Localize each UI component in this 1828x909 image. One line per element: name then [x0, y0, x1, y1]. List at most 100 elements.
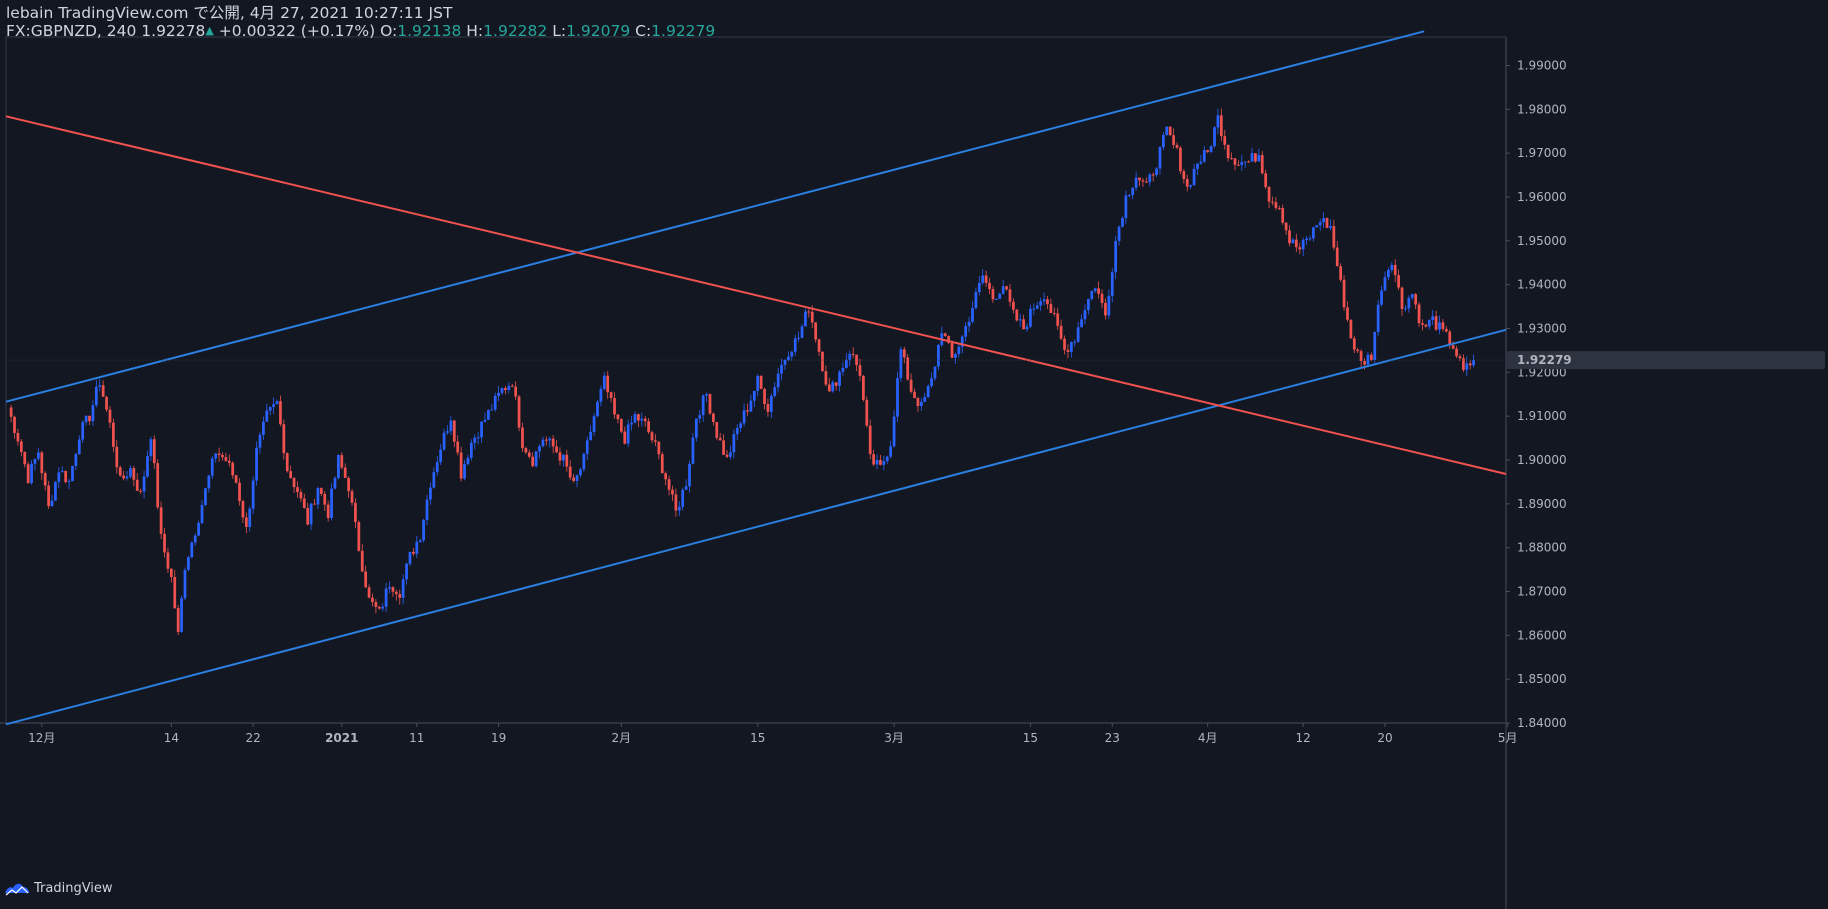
- candle-body: [435, 462, 439, 473]
- candle-body: [817, 339, 821, 352]
- high-label: H:: [466, 22, 484, 40]
- candle-body: [497, 392, 500, 396]
- candle-body: [1424, 324, 1428, 327]
- y-tick-label: 1.93000: [1517, 321, 1567, 335]
- candle-body: [1380, 290, 1383, 305]
- y-tick-label: 1.94000: [1517, 278, 1567, 292]
- candle-body: [1373, 332, 1377, 361]
- candle-body: [122, 475, 125, 479]
- candle-body: [255, 447, 258, 481]
- candle-body: [592, 416, 596, 432]
- candle-body: [565, 454, 569, 467]
- candle-body: [71, 466, 74, 482]
- candle-body: [821, 351, 824, 372]
- candle-body: [306, 508, 310, 525]
- candle-body: [906, 357, 910, 380]
- candle-body: [292, 477, 296, 488]
- candle-body: [1434, 316, 1438, 330]
- candle-body: [1431, 316, 1435, 321]
- symbol-label[interactable]: FX:GBPNZD, 240: [6, 22, 136, 40]
- candle-body: [166, 552, 170, 569]
- candle-body: [1063, 338, 1066, 350]
- candle-body: [459, 452, 463, 479]
- candle-body: [885, 456, 889, 462]
- candle-body: [1131, 187, 1135, 195]
- candle-body: [1155, 168, 1158, 176]
- candle-body: [718, 437, 722, 441]
- descending-trend-line[interactable]: [5, 115, 1507, 475]
- candle-body: [1226, 144, 1230, 159]
- candle-body: [732, 434, 736, 453]
- candle-body: [1179, 147, 1182, 172]
- candle-body: [504, 388, 507, 390]
- publish-info: lebain TradingView.com で公開, 4月 27, 2021 …: [6, 4, 453, 22]
- candle-body: [599, 389, 603, 402]
- candle-body: [862, 375, 865, 400]
- candle-body: [1029, 308, 1032, 327]
- candle-body: [108, 409, 112, 423]
- price-chart[interactable]: 1.99000 1.98000 1.97000 1.96000 1.95000 1.940…: [0, 0, 1828, 909]
- candle-body: [1410, 294, 1414, 298]
- y-tick-label: 1.89000: [1517, 497, 1567, 511]
- candle-body: [1243, 161, 1247, 163]
- candle-body: [500, 388, 504, 393]
- candle-body: [596, 401, 599, 417]
- candle-body: [991, 289, 995, 300]
- candle-body: [1281, 208, 1285, 223]
- candle-body: [265, 410, 269, 422]
- candle-body: [118, 467, 122, 476]
- candle-body: [210, 458, 214, 476]
- y-tick-label: 1.99000: [1517, 58, 1567, 72]
- candle-body: [579, 469, 582, 476]
- candle-body: [234, 475, 238, 483]
- candle-body: [1100, 293, 1104, 304]
- tradingview-brand[interactable]: TradingView: [4, 880, 113, 896]
- candle-body: [1148, 174, 1152, 183]
- lower-channel-line[interactable]: [5, 328, 1507, 726]
- candle-body: [1383, 277, 1387, 291]
- candle-body: [388, 587, 391, 589]
- candle-body: [1301, 240, 1305, 250]
- candle-body: [463, 464, 466, 479]
- y-tick-label: 1.98000: [1517, 102, 1567, 116]
- candle-body: [562, 454, 565, 461]
- up-arrow-icon: ▲: [205, 24, 214, 37]
- candle-body: [1404, 308, 1407, 310]
- candle-body: [793, 338, 797, 352]
- open-label: O:: [380, 22, 398, 40]
- candle-body: [50, 500, 54, 507]
- candle-body: [16, 432, 20, 442]
- candle-body: [746, 410, 749, 412]
- candle-body: [868, 425, 872, 455]
- y-tick-label: 1.96000: [1517, 190, 1567, 204]
- candle-body: [640, 418, 644, 421]
- candle-body: [1018, 319, 1022, 321]
- candle-body: [977, 282, 981, 293]
- candle-body: [384, 588, 388, 607]
- candle-body: [94, 386, 98, 406]
- upper-channel-line[interactable]: [5, 30, 1425, 403]
- candle-body: [1117, 226, 1121, 241]
- candle-body: [190, 542, 194, 558]
- candle-body: [865, 399, 869, 426]
- candle-body: [227, 460, 231, 463]
- candle-body: [759, 375, 763, 389]
- candle-body: [262, 421, 265, 435]
- candle-body: [1223, 136, 1227, 145]
- candle-body: [752, 390, 756, 401]
- candle-body: [180, 598, 183, 632]
- candle-body: [422, 519, 425, 541]
- candle-body: [1288, 230, 1291, 244]
- y-tick-label: 1.87000: [1517, 584, 1567, 598]
- candle-body: [783, 359, 787, 365]
- candle-body: [412, 551, 415, 554]
- candle-body: [626, 424, 630, 444]
- x-tick-label: 14: [164, 731, 179, 745]
- candle-body: [302, 498, 306, 509]
- candle-body: [1182, 171, 1186, 180]
- candle-body: [469, 442, 473, 458]
- candle-body: [357, 521, 361, 551]
- candle-body: [1185, 179, 1189, 187]
- candle-body: [749, 400, 753, 412]
- candle-body: [937, 344, 940, 367]
